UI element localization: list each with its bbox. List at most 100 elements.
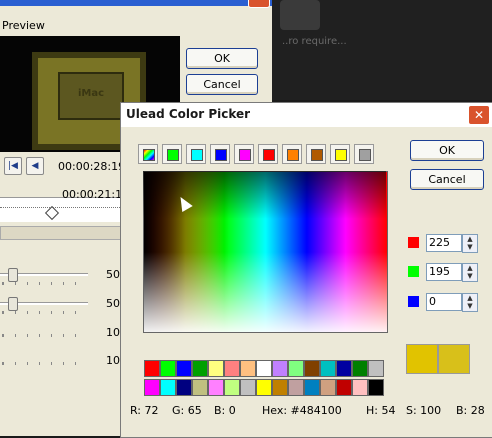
quick-swatch[interactable] (162, 144, 182, 164)
status-hex: Hex: #484100 (262, 404, 342, 417)
quick-swatch[interactable] (258, 144, 278, 164)
color-status-bar: R: 72 G: 65 B: 0 Hex: #484100 H: 54 S: 1… (130, 404, 492, 418)
status-blue: B: 0 (214, 404, 236, 417)
palette-swatch[interactable] (336, 379, 352, 396)
slider-ticks-4 (2, 362, 87, 365)
effect-dialog-close-button[interactable] (248, 0, 270, 8)
video-caption: ..ro require... (282, 36, 347, 47)
blue-channel-swatch (408, 296, 419, 307)
slider-thumb-1[interactable] (8, 268, 18, 282)
spectrum-mode-button[interactable] (138, 144, 158, 164)
status-brightness: B: 28 (456, 404, 485, 417)
green-channel-swatch (408, 266, 419, 277)
status-saturation: S: 100 (406, 404, 442, 417)
parameter-sliders: 50 50 10 10 (0, 262, 122, 382)
quick-swatch-color (215, 149, 227, 161)
status-red: R: 72 (130, 404, 159, 417)
blue-value-input[interactable]: 0 (426, 293, 462, 311)
green-spinner[interactable]: ▲ ▼ (462, 263, 478, 282)
slider-thumb-2[interactable] (8, 297, 18, 311)
quick-swatch-color (335, 149, 347, 161)
palette-swatch[interactable] (304, 360, 320, 377)
blue-channel: 0 ▲ ▼ (406, 292, 486, 312)
palette-swatch[interactable] (192, 379, 208, 396)
red-channel-swatch (408, 237, 419, 248)
palette-swatch[interactable] (208, 379, 224, 396)
color-palette (144, 360, 384, 400)
quick-swatch[interactable] (306, 144, 326, 164)
status-hue: H: 54 (366, 404, 396, 417)
background-video: ..ro require... (270, 0, 492, 100)
slider-value-4: 10 (106, 354, 120, 367)
palette-swatch[interactable] (224, 360, 240, 377)
palette-swatch[interactable] (368, 360, 384, 377)
palette-swatch[interactable] (272, 379, 288, 396)
palette-swatch[interactable] (256, 360, 272, 377)
quick-swatch-color (359, 149, 371, 161)
spectrum-mode-icon (143, 149, 155, 161)
palette-swatch[interactable] (272, 360, 288, 377)
quick-swatch-color (287, 149, 299, 161)
quick-swatch[interactable] (330, 144, 350, 164)
status-green: G: 65 (172, 404, 202, 417)
original-color-preview[interactable] (438, 344, 470, 374)
effect-cancel-button[interactable]: Cancel (186, 74, 258, 95)
palette-swatch[interactable] (176, 360, 192, 377)
green-value-input[interactable]: 195 (426, 263, 462, 281)
palette-swatch[interactable] (192, 360, 208, 377)
slider-ticks-2 (2, 311, 87, 314)
preview-image-screen: iMac (58, 72, 124, 120)
palette-swatch[interactable] (336, 360, 352, 377)
color-picker-title: Ulead Color Picker (126, 107, 251, 121)
timeline-scrollbar[interactable] (0, 226, 122, 240)
quick-swatch-color (239, 149, 251, 161)
timecode-display: 00:00:28:19 (58, 160, 126, 173)
green-channel: 195 ▲ ▼ (406, 262, 486, 282)
previous-frame-icon[interactable]: ◀ (26, 157, 44, 175)
blue-spinner[interactable]: ▲ ▼ (462, 293, 478, 312)
quick-swatch[interactable] (186, 144, 206, 164)
red-spinner[interactable]: ▲ ▼ (462, 234, 478, 253)
close-icon[interactable]: ✕ (468, 105, 490, 125)
palette-swatch[interactable] (256, 379, 272, 396)
palette-swatch[interactable] (160, 360, 176, 377)
quick-swatch[interactable] (210, 144, 230, 164)
palette-swatch[interactable] (240, 379, 256, 396)
palette-swatch[interactable] (176, 379, 192, 396)
effect-ok-button[interactable]: OK (186, 48, 258, 69)
quick-swatch-bar (138, 144, 378, 166)
quick-swatch-color (191, 149, 203, 161)
palette-swatch[interactable] (352, 379, 368, 396)
go-to-start-icon[interactable]: |◀ (4, 157, 22, 175)
quick-swatch[interactable] (282, 144, 302, 164)
quick-swatch-color (311, 149, 323, 161)
quick-swatch-color (263, 149, 275, 161)
slider-value-1: 50 (106, 268, 120, 281)
slider-value-3: 10 (106, 326, 120, 339)
slider-ticks-3 (2, 334, 87, 337)
palette-swatch[interactable] (144, 379, 160, 396)
quick-swatch[interactable] (354, 144, 374, 164)
preview-image-text: iMac (78, 88, 105, 99)
slider-ticks-1 (2, 282, 87, 285)
palette-swatch[interactable] (304, 379, 320, 396)
palette-swatch[interactable] (208, 360, 224, 377)
palette-swatch[interactable] (320, 360, 336, 377)
palette-swatch[interactable] (368, 379, 384, 396)
palette-swatch[interactable] (160, 379, 176, 396)
palette-swatch[interactable] (144, 360, 160, 377)
palette-swatch[interactable] (224, 379, 240, 396)
picker-ok-button[interactable]: OK (410, 140, 484, 161)
quick-swatch[interactable] (234, 144, 254, 164)
red-channel: 225 ▲ ▼ (406, 233, 486, 253)
palette-swatch[interactable] (320, 379, 336, 396)
red-value-input[interactable]: 225 (426, 234, 462, 252)
effect-dialog-titlebar (0, 0, 272, 6)
color-spectrum-shade (143, 171, 386, 331)
new-color-preview (406, 344, 438, 374)
palette-swatch[interactable] (240, 360, 256, 377)
picker-cancel-button[interactable]: Cancel (410, 169, 484, 190)
palette-swatch[interactable] (352, 360, 368, 377)
palette-swatch[interactable] (288, 379, 304, 396)
palette-swatch[interactable] (288, 360, 304, 377)
